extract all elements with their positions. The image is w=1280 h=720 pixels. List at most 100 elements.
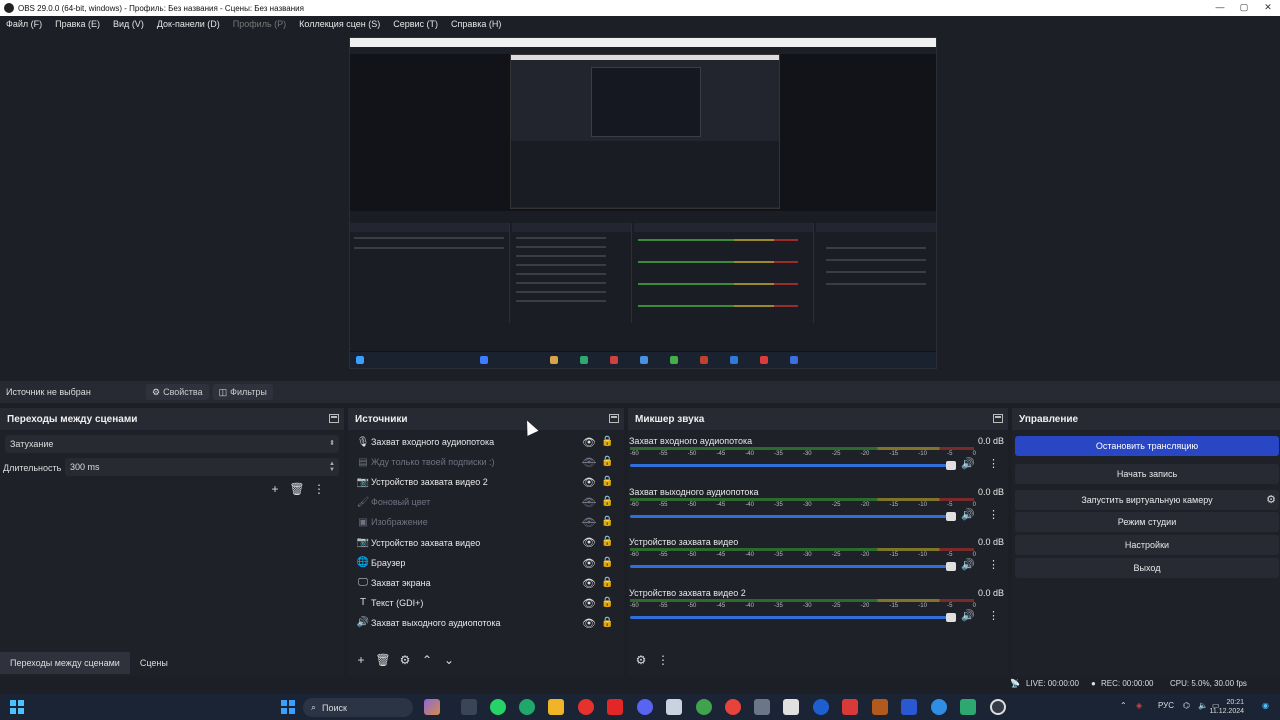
- move-up-icon[interactable]: ⌃: [416, 651, 438, 669]
- tab-scenes[interactable]: Сцены: [130, 652, 178, 674]
- speaker-icon[interactable]: 🔊: [961, 609, 975, 622]
- source-item[interactable]: 🌐 Браузер 👁 🔒: [348, 553, 624, 573]
- source-item[interactable]: 🎙 Захват входного аудиопотока 👁 🔒: [348, 432, 624, 452]
- lock-icon[interactable]: 🔒: [601, 597, 613, 608]
- tab-scene-transitions[interactable]: Переходы между сценами: [0, 652, 130, 674]
- more-menu-icon[interactable]: ⋮: [988, 609, 999, 622]
- menu-tools[interactable]: Сервис (T): [393, 19, 438, 29]
- source-item[interactable]: 📷 Устройство захвата видео 2 👁 🔒: [348, 472, 624, 492]
- app-r-icon[interactable]: [783, 699, 799, 715]
- red-app-icon[interactable]: [842, 699, 858, 715]
- undock-icon[interactable]: [609, 414, 619, 423]
- eye-icon[interactable]: 👁: [582, 496, 596, 509]
- widgets-icon[interactable]: [424, 699, 440, 715]
- lock-icon[interactable]: 🔒: [601, 436, 613, 447]
- eye-icon[interactable]: 👁: [582, 617, 596, 630]
- add-icon[interactable]: +: [264, 480, 286, 498]
- undock-icon[interactable]: [993, 414, 1003, 423]
- eye-icon[interactable]: 👁: [582, 436, 596, 449]
- gear-icon[interactable]: ⚙: [1266, 493, 1276, 506]
- eye-icon[interactable]: 👁: [582, 516, 596, 529]
- lock-icon[interactable]: 🔒: [601, 536, 613, 547]
- spin-arrows-icon[interactable]: ▲ ▼: [329, 461, 335, 473]
- green-app-icon[interactable]: [696, 699, 712, 715]
- eye-icon[interactable]: 👁: [582, 577, 596, 590]
- task-view-icon[interactable]: [461, 699, 477, 715]
- menu-scene-collection[interactable]: Коллекция сцен (S): [299, 19, 380, 29]
- add-icon[interactable]: +: [350, 651, 372, 669]
- clock[interactable]: 20:21 11.12.2024: [1209, 698, 1244, 716]
- unity-icon[interactable]: [666, 699, 682, 715]
- eye-icon[interactable]: 👁: [582, 476, 596, 489]
- volume-slider[interactable]: [630, 514, 956, 518]
- notification-icon[interactable]: ◉: [1262, 701, 1269, 710]
- obs-taskbar-icon[interactable]: [990, 699, 1006, 715]
- taskbar-search[interactable]: ⌕ Поиск: [303, 698, 413, 717]
- move-down-icon[interactable]: ⌄: [438, 651, 460, 669]
- language-indicator[interactable]: РУС: [1158, 701, 1174, 710]
- more-menu-icon[interactable]: ⋮: [988, 558, 999, 571]
- menu-docks[interactable]: Док-панели (D): [157, 19, 220, 29]
- duration-spinbox[interactable]: 300 ms ▲ ▼: [65, 458, 339, 476]
- calculator-icon[interactable]: [754, 699, 770, 715]
- delete-icon[interactable]: 🗑: [286, 480, 308, 498]
- whatsapp-icon[interactable]: [490, 699, 506, 715]
- discord-icon[interactable]: [637, 699, 653, 715]
- menu-edit[interactable]: Правка (E): [55, 19, 100, 29]
- word-icon[interactable]: [901, 699, 917, 715]
- source-item[interactable]: ▣ Изображение 👁 🔒: [348, 512, 624, 532]
- edge-icon[interactable]: [519, 699, 535, 715]
- filters-button[interactable]: ◫ Фильтры: [212, 384, 273, 400]
- source-item[interactable]: 🔊 Захват выходного аудиопотока 👁 🔒: [348, 613, 624, 633]
- explorer-icon[interactable]: [548, 699, 564, 715]
- eye-icon[interactable]: 👁: [582, 557, 596, 570]
- volume-slider-handle[interactable]: [946, 511, 956, 521]
- minimize-button[interactable]: —: [1208, 0, 1232, 16]
- more-menu-icon[interactable]: ⋮: [988, 457, 999, 470]
- settings-button[interactable]: Настройки: [1015, 535, 1279, 555]
- lock-icon[interactable]: 🔒: [601, 456, 613, 467]
- exit-button[interactable]: Выход: [1015, 558, 1279, 578]
- more-menu-icon[interactable]: ⋮: [308, 480, 330, 498]
- transition-select[interactable]: Затухание ⬍: [5, 435, 339, 453]
- more-menu-icon[interactable]: ⋮: [988, 508, 999, 521]
- studio-mode-button[interactable]: Режим студии: [1015, 512, 1279, 532]
- yandex-icon[interactable]: [578, 699, 594, 715]
- volume-slider-handle[interactable]: [946, 562, 956, 571]
- blue-app-icon[interactable]: [813, 699, 829, 715]
- properties-button[interactable]: ⚙ Свойства: [146, 384, 209, 400]
- eye-icon[interactable]: 👁: [582, 456, 596, 469]
- volume-slider[interactable]: [630, 464, 956, 467]
- start-menu-icon[interactable]: [281, 700, 295, 714]
- close-button[interactable]: ✕: [1256, 0, 1280, 16]
- green-square-icon[interactable]: [960, 699, 976, 715]
- lock-icon[interactable]: 🔒: [601, 516, 613, 527]
- volume-icon[interactable]: 🔈: [1198, 701, 1208, 710]
- menu-help[interactable]: Справка (H): [451, 19, 501, 29]
- lock-icon[interactable]: 🔒: [601, 496, 613, 507]
- speaker-icon[interactable]: 🔊: [961, 457, 975, 470]
- lock-icon[interactable]: 🔒: [601, 577, 613, 588]
- stop-stream-button[interactable]: Остановить трансляцию: [1015, 436, 1279, 456]
- youtube-icon[interactable]: [607, 699, 623, 715]
- volume-slider-handle[interactable]: [946, 612, 956, 622]
- virtual-camera-button[interactable]: Запустить виртуальную камеру ⚙: [1015, 490, 1279, 510]
- source-item[interactable]: ▤ Жду только твоей подписки :) 👁 🔒: [348, 452, 624, 472]
- program-preview[interactable]: [349, 37, 937, 369]
- source-item[interactable]: 🖌 Фоновый цвет 👁 🔒: [348, 492, 624, 512]
- tray-app-icon[interactable]: ◈: [1136, 701, 1142, 710]
- source-item[interactable]: 🖵 Захват экрана 👁 🔒: [348, 573, 624, 593]
- lock-icon[interactable]: 🔒: [601, 476, 613, 487]
- telegram-icon[interactable]: [931, 699, 947, 715]
- menu-view[interactable]: Вид (V): [113, 19, 144, 29]
- gear-icon[interactable]: ⚙: [394, 651, 416, 669]
- windows-start-icon[interactable]: [10, 700, 24, 714]
- eye-icon[interactable]: 👁: [582, 536, 596, 549]
- advanced-audio-icon[interactable]: ⚙: [630, 651, 652, 669]
- speaker-icon[interactable]: 🔊: [961, 508, 975, 521]
- volume-slider[interactable]: [630, 565, 956, 568]
- volume-slider[interactable]: [630, 615, 956, 619]
- eye-icon[interactable]: 👁: [582, 597, 596, 610]
- delete-icon[interactable]: 🗑: [372, 651, 394, 669]
- lock-icon[interactable]: 🔒: [601, 617, 613, 628]
